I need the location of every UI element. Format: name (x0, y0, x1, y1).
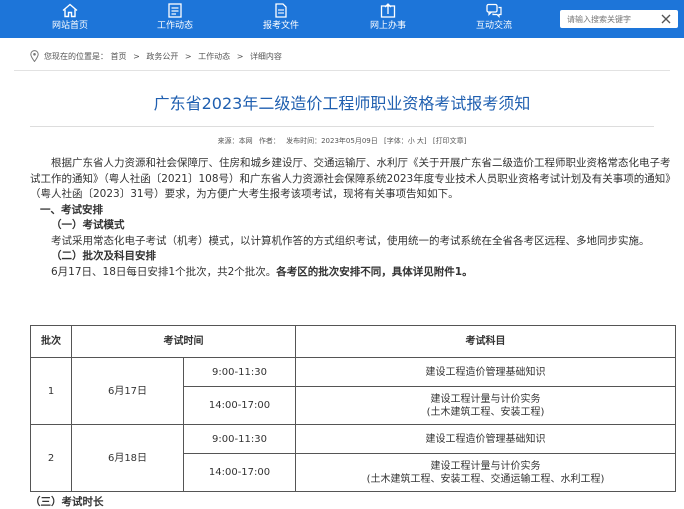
intro-paragraph: 根据广东省人力资源和社会保障厅、住房和城乡建设厅、交通运输厅、水利厅《关于开展广… (30, 157, 676, 200)
page-title: 广东省2023年二级造价工程师职业资格考试报考须知 (153, 94, 531, 113)
breadcrumb-current: 详细内容 (249, 52, 282, 61)
time-cell: 14:00-17:00 (183, 453, 296, 492)
breadcrumb-prefix: 您现在的位置是： (44, 52, 108, 61)
batch-text: 6月17日、18日每日安排1个批次，共2个批次。 (51, 265, 277, 278)
table-row: 1 6月17日 9:00-11:30 建设工程造价管理基础知识 (30, 357, 676, 425)
subject-detail: (土木建筑工程、安装工程、交通运输工程、水利工程) (366, 473, 605, 485)
location-pin-icon (30, 50, 39, 62)
time-cell: 14:00-17:00 (183, 386, 296, 425)
subject-cell: 建设工程计量与计价实务 (土木建筑工程、安装工程、交通运输工程、水利工程) (295, 453, 676, 492)
clear-search-icon[interactable] (658, 12, 674, 26)
subject-line: 建设工程计量与计价实务 (430, 460, 541, 472)
file-icon (275, 3, 287, 18)
home-icon (62, 3, 78, 18)
batch-paragraph: 6月17日、18日每日安排1个批次，共2个批次。各考区的批次安排不同，具体详见附… (30, 265, 676, 281)
nav-item-online-services[interactable]: 网上办事 (348, 0, 428, 38)
nav-item-interaction[interactable]: 互动交流 (454, 0, 534, 38)
search-box (560, 10, 678, 28)
exam-schedule-table: 批次 考试时间 考试科目 1 6月17日 9:00-11:30 建设工程造价管理… (30, 325, 676, 492)
subject-cell: 建设工程造价管理基础知识 (295, 357, 676, 387)
nav-label: 工作动态 (156, 21, 193, 31)
chat-bubbles-icon (486, 3, 502, 18)
date-cell: 6月17日 (71, 357, 184, 425)
top-navigation-bar: 网站首页 工作动态 报考文件 网上办事 互动交流 (0, 0, 684, 38)
subject-cell: 建设工程造价管理基础知识 (295, 424, 676, 454)
batch-note: 各考区的批次安排不同，具体详见附件1。 (276, 265, 473, 278)
date-cell: 6月18日 (71, 424, 184, 492)
breadcrumb: 您现在的位置是： 首页 > 政务公开 > 工作动态 > 详细内容 (14, 48, 670, 66)
breadcrumb-separator: > (133, 52, 140, 61)
breadcrumb-home[interactable]: 首页 (111, 52, 127, 61)
meta-date: 发布时间：2023年05月09日 (286, 137, 378, 145)
nav-label: 报考文件 (262, 21, 299, 31)
table-header-row: 批次 考试时间 考试科目 (30, 325, 676, 358)
upload-icon (380, 3, 396, 18)
font-size-toggle[interactable]: [字体：小 大] (384, 137, 427, 145)
time-cell: 9:00-11:30 (183, 357, 296, 387)
nav-label: 互动交流 (475, 21, 512, 31)
article-meta: 来源：本网 作者： 发布时间：2023年05月09日 [字体：小 大] [打印文… (0, 136, 684, 146)
breadcrumb-separator: > (236, 52, 244, 61)
breadcrumb-work-news[interactable]: 工作动态 (198, 52, 230, 61)
nav-item-work-news[interactable]: 工作动态 (135, 0, 215, 38)
exam-mode-paragraph: 考试采用常态化电子考试（机考）模式，以计算机作答的方式组织考试，使用统一的考试系… (51, 234, 650, 247)
subject-cell: 建设工程计量与计价实务 (土木建筑工程、安装工程) (295, 386, 676, 425)
column-header: 批次 (30, 325, 72, 358)
nav-item-exam-files[interactable]: 报考文件 (241, 0, 321, 38)
section-heading: 一、考试安排 (40, 203, 103, 216)
subsection-heading: （二）批次及科目安排 (51, 250, 156, 262)
breadcrumb-separator: > (184, 52, 192, 61)
nav-item-home[interactable]: 网站首页 (30, 0, 110, 38)
document-list-icon (168, 3, 182, 18)
nav-label: 网上办事 (369, 21, 406, 31)
meta-source: 来源：本网 (217, 137, 253, 145)
subsection-heading: （一）考试模式 (51, 219, 125, 231)
search-input[interactable] (560, 10, 656, 28)
time-cell: 9:00-11:30 (183, 424, 296, 454)
divider (14, 70, 670, 71)
nav-label: 网站首页 (51, 21, 88, 31)
batch-cell: 2 (30, 424, 72, 492)
table-row: 2 6月18日 9:00-11:30 建设工程造价管理基础知识 (30, 424, 676, 492)
article-body: 根据广东省人力资源和社会保障厅、住房和城乡建设厅、交通运输厅、水利厅《关于开展广… (30, 156, 676, 280)
breadcrumb-public-affairs[interactable]: 政务公开 (146, 52, 178, 61)
subject-detail: (土木建筑工程、安装工程) (426, 406, 545, 418)
divider (30, 126, 654, 127)
meta-author: 作者： (258, 137, 280, 145)
column-header: 考试时间 (71, 325, 296, 358)
batch-cell: 1 (30, 357, 72, 425)
subsection-heading-partial: （三）考试时长 (30, 496, 104, 508)
print-article-link[interactable]: [打印文章] (433, 137, 466, 145)
column-header: 考试科目 (295, 325, 676, 358)
subject-line: 建设工程计量与计价实务 (430, 393, 541, 405)
